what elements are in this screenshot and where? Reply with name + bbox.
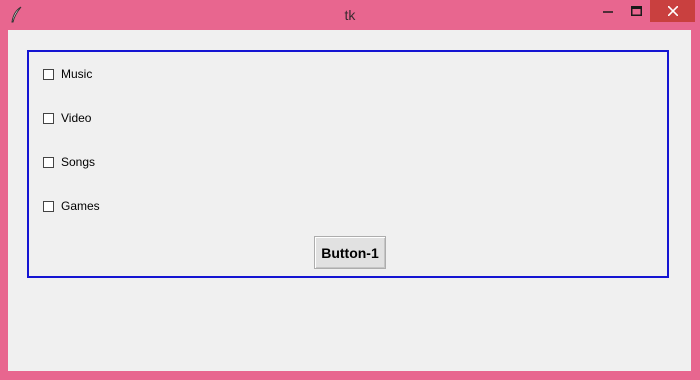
button-1[interactable]: Button-1 (314, 236, 386, 269)
checkbox-label: Songs (61, 155, 96, 169)
close-button[interactable] (650, 0, 695, 22)
checkbox-songs[interactable]: Songs (43, 154, 95, 170)
maximize-icon (630, 6, 642, 16)
checkbox-games[interactable]: Games (43, 198, 100, 214)
minimize-button[interactable] (594, 0, 622, 22)
checkbox-box[interactable] (43, 68, 54, 80)
checkbox-label: Video (61, 111, 92, 125)
maximize-button[interactable] (622, 0, 650, 22)
checkbox-label: Music (61, 67, 93, 81)
checkbox-box[interactable] (43, 200, 54, 212)
checkbox-frame: Music Video Songs Games Button-1 (27, 50, 669, 278)
checkbox-music[interactable]: Music (43, 66, 92, 82)
checkbox-video[interactable]: Video (43, 110, 91, 126)
checkbox-label: Games (61, 199, 100, 213)
title-bar[interactable]: tk (0, 0, 700, 30)
checkbox-box[interactable] (43, 156, 54, 168)
minimize-icon (603, 11, 613, 13)
close-icon (667, 6, 678, 16)
window-client-area: Music Video Songs Games Button-1 (8, 30, 691, 371)
checkbox-box[interactable] (43, 112, 54, 124)
